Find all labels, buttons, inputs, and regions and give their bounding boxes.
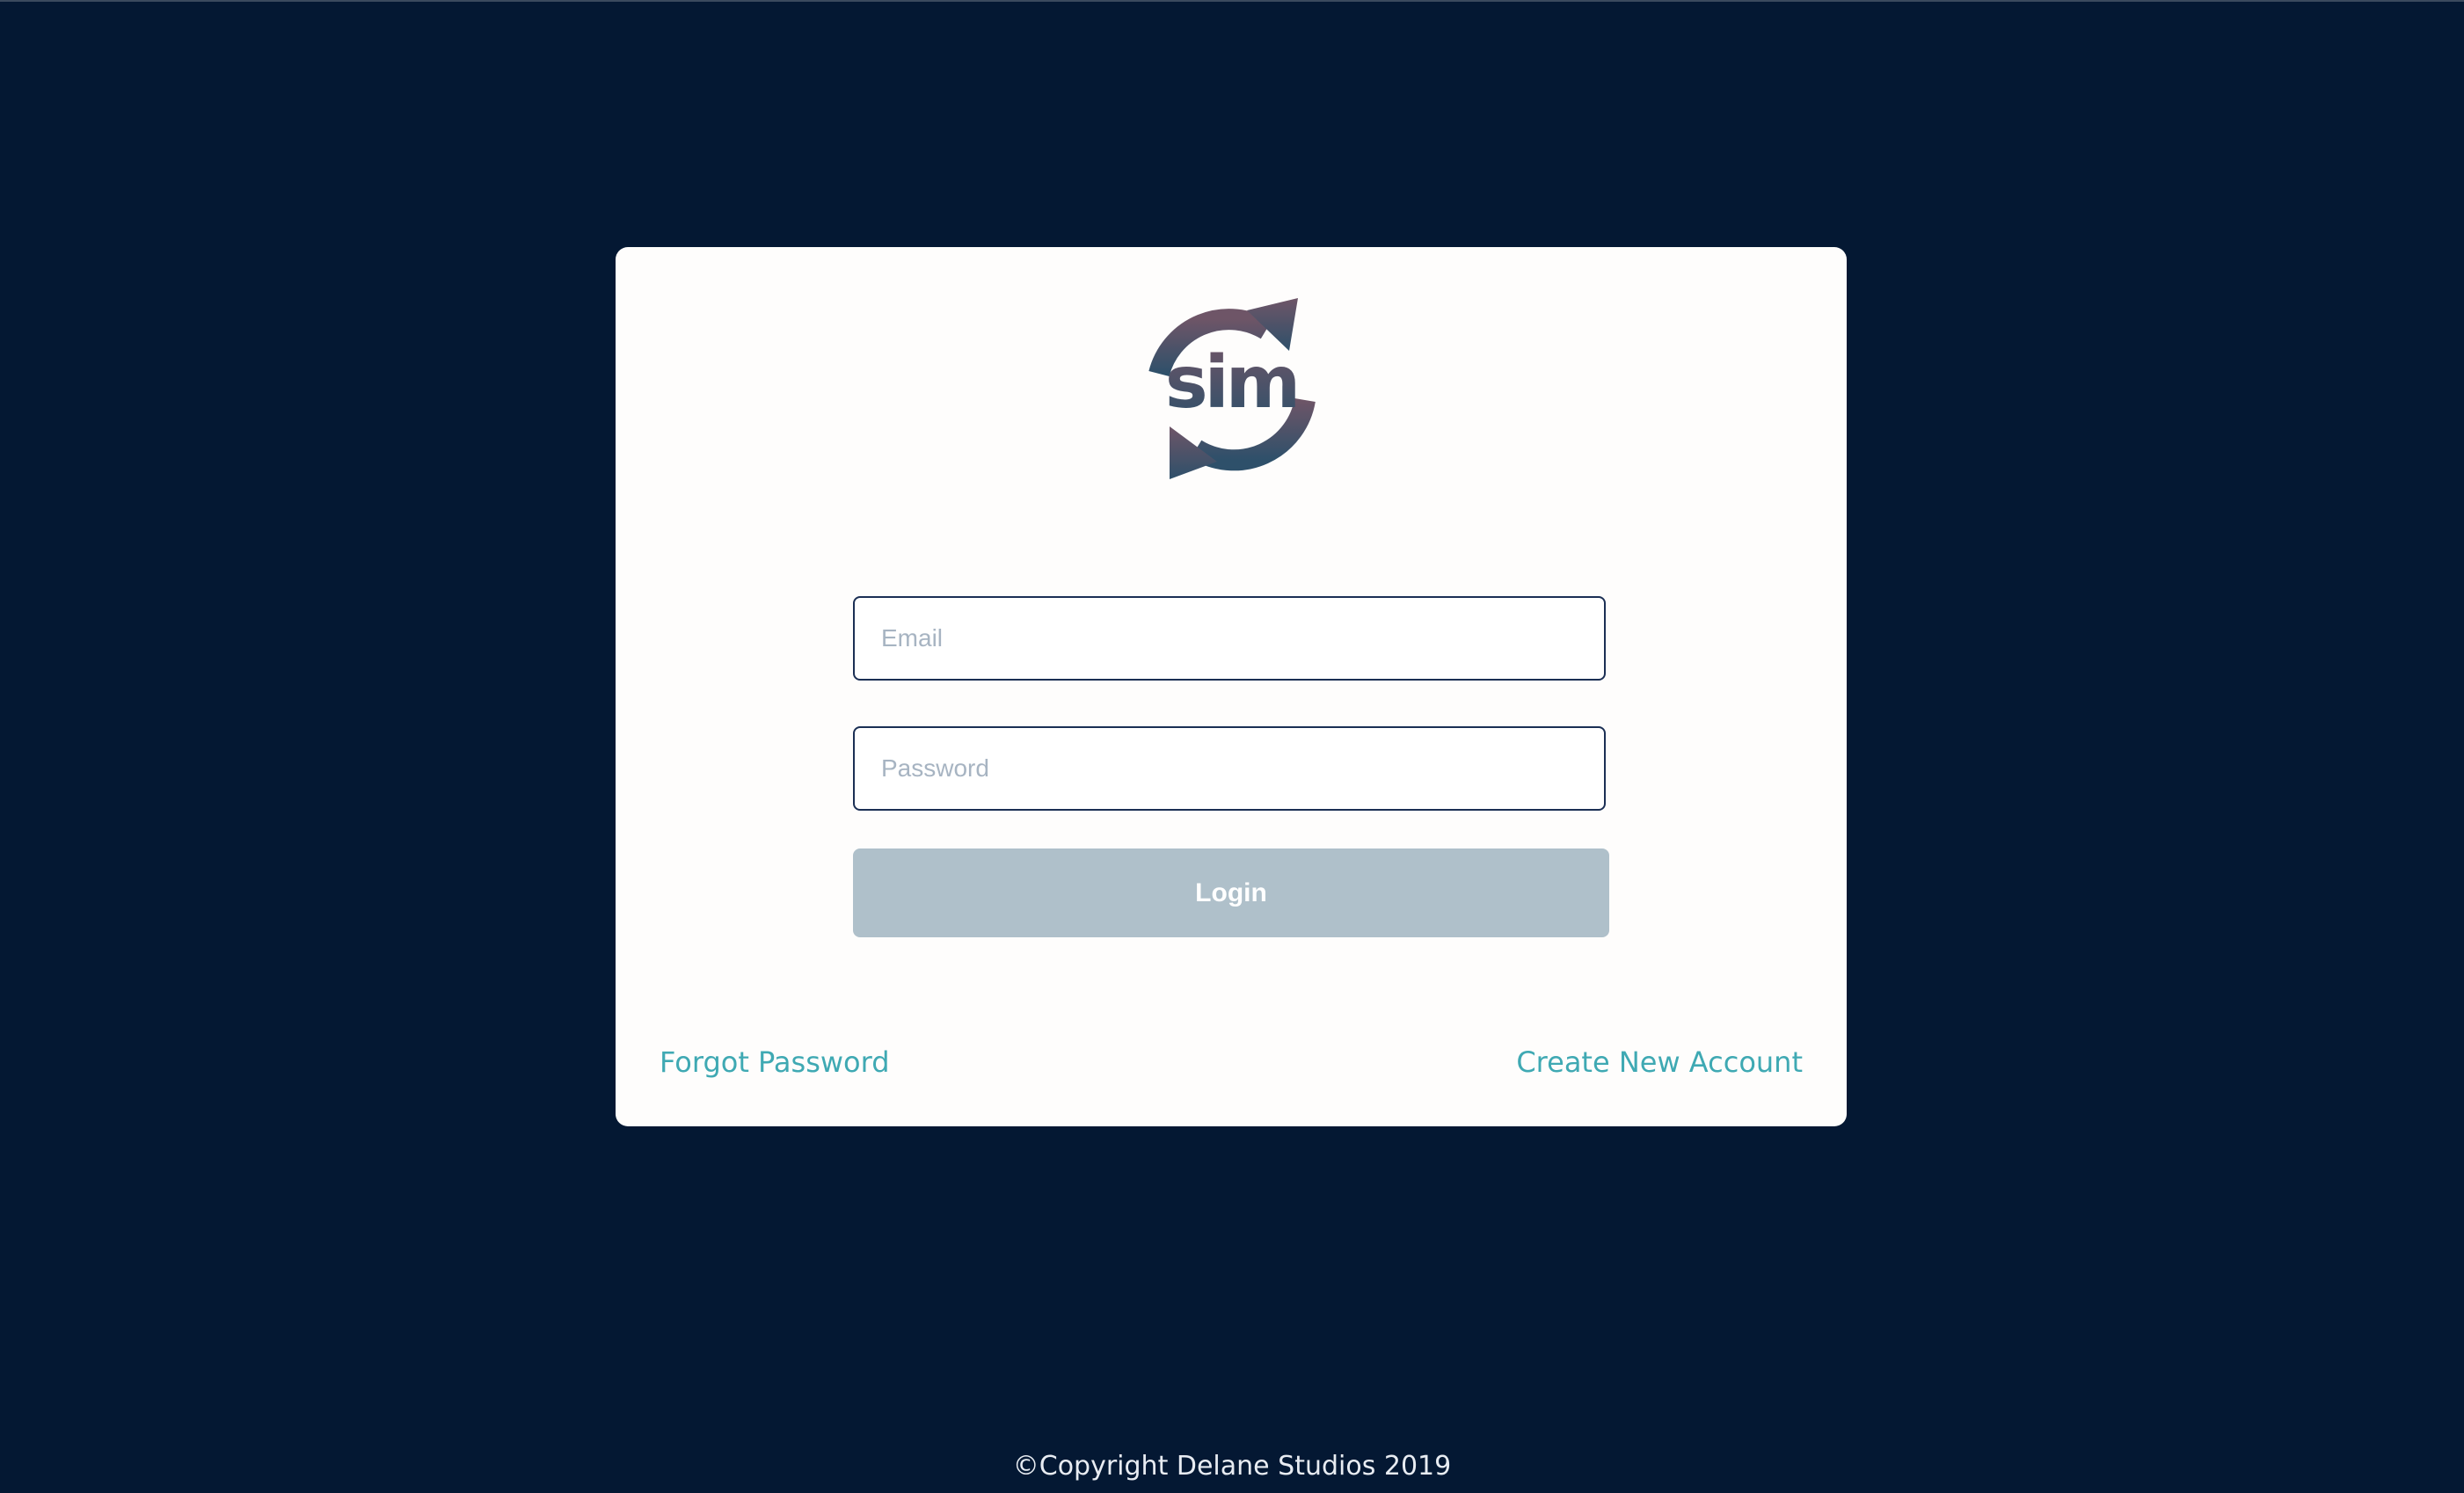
password-field[interactable] (853, 726, 1606, 811)
login-card: sim Login Forgot Password Create New Acc… (616, 247, 1847, 1126)
logo-wordmark: sim (1165, 341, 1297, 425)
top-border (0, 0, 2464, 2)
forgot-password-link[interactable]: Forgot Password (660, 1048, 890, 1076)
email-field[interactable] (853, 596, 1606, 681)
create-account-link[interactable]: Create New Account (1516, 1048, 1803, 1076)
sim-logo: sim (1143, 298, 1319, 479)
copyright-footer: ©Copyright Delane Studios 2019 (1012, 1451, 1452, 1482)
login-button[interactable]: Login (853, 848, 1609, 937)
sim-logo-icon: sim (1148, 298, 1316, 479)
